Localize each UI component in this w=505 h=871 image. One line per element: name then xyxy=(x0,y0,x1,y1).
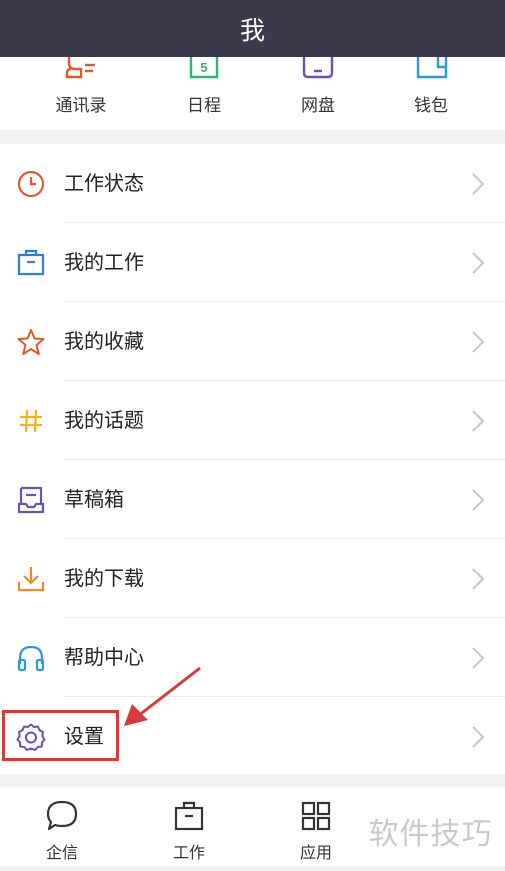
headphones-icon xyxy=(17,645,45,672)
page-title: 我 xyxy=(239,15,265,45)
menu-item-drafts[interactable]: 草稿箱 xyxy=(0,460,505,539)
quick-actions: 通讯录 5 日程 网盘 钱包 xyxy=(0,57,505,130)
wallet-icon xyxy=(416,57,448,79)
menu-item-my-work[interactable]: 我的工作 xyxy=(0,223,505,302)
annotation-highlight-box xyxy=(2,710,119,761)
menu-item-help-center[interactable]: 帮助中心 xyxy=(0,618,505,697)
calendar-icon: 5 xyxy=(189,57,219,79)
quick-action-label: 钱包 xyxy=(414,96,448,116)
cloud-drive-icon xyxy=(302,57,334,79)
menu-item-label: 我的收藏 xyxy=(64,329,144,353)
annotation-arrow-icon xyxy=(124,666,201,726)
menu-item-my-favorites[interactable]: 我的收藏 xyxy=(0,302,505,381)
quick-action-contacts[interactable]: 通讯录 xyxy=(31,57,131,130)
menu-item-my-topics[interactable]: 我的话题 xyxy=(0,381,505,460)
menu-item-label: 我的话题 xyxy=(64,408,144,432)
chevron-right-icon xyxy=(472,331,485,353)
chevron-right-icon xyxy=(472,173,485,195)
briefcase-icon xyxy=(17,249,45,276)
tab-work[interactable]: 工作 xyxy=(141,787,237,866)
tab-messages[interactable]: 企信 xyxy=(14,787,110,866)
quick-action-label: 网盘 xyxy=(301,96,335,116)
tab-label: 工作 xyxy=(172,843,205,862)
watermark: 软件技巧 xyxy=(356,810,505,860)
hashtag-icon xyxy=(20,409,42,433)
bottom-strip xyxy=(0,866,505,871)
menu-item-my-downloads[interactable]: 我的下载 xyxy=(0,539,505,618)
quick-action-cloud-drive[interactable]: 网盘 xyxy=(268,57,368,130)
tab-label: 应用 xyxy=(299,843,332,862)
chevron-right-icon xyxy=(472,726,485,748)
star-icon xyxy=(17,329,45,355)
quick-action-calendar[interactable]: 5 日程 xyxy=(154,57,254,130)
chevron-right-icon xyxy=(472,410,485,432)
briefcase-icon xyxy=(174,801,204,831)
chat-bubble-icon xyxy=(46,800,78,831)
menu-item-label: 工作状态 xyxy=(64,171,144,195)
menu-item-label: 我的下载 xyxy=(64,566,144,590)
drafts-tray-icon xyxy=(17,486,45,514)
quick-action-wallet[interactable]: 钱包 xyxy=(381,57,481,130)
download-icon xyxy=(17,567,45,592)
chevron-right-icon xyxy=(472,252,485,274)
menu-item-label: 草稿箱 xyxy=(64,487,124,511)
contacts-icon xyxy=(65,57,95,79)
chevron-right-icon xyxy=(472,568,485,590)
chevron-right-icon xyxy=(472,489,485,511)
quick-action-label: 通讯录 xyxy=(55,96,107,116)
tab-apps[interactable]: 应用 xyxy=(268,787,364,866)
tab-label: 企信 xyxy=(45,843,78,862)
menu-list: 工作状态 我的工作 我的收藏 我的话题 草稿箱 我的下载 帮助中心 设置 xyxy=(0,144,505,774)
clock-icon xyxy=(17,170,45,198)
quick-action-label: 日程 xyxy=(187,96,221,116)
calendar-day-number: 5 xyxy=(200,60,207,75)
chevron-right-icon xyxy=(472,647,485,669)
menu-item-work-status[interactable]: 工作状态 xyxy=(0,144,505,223)
top-bar: 我 xyxy=(0,0,505,57)
apps-grid-icon xyxy=(301,801,331,831)
menu-item-label: 我的工作 xyxy=(64,250,144,274)
